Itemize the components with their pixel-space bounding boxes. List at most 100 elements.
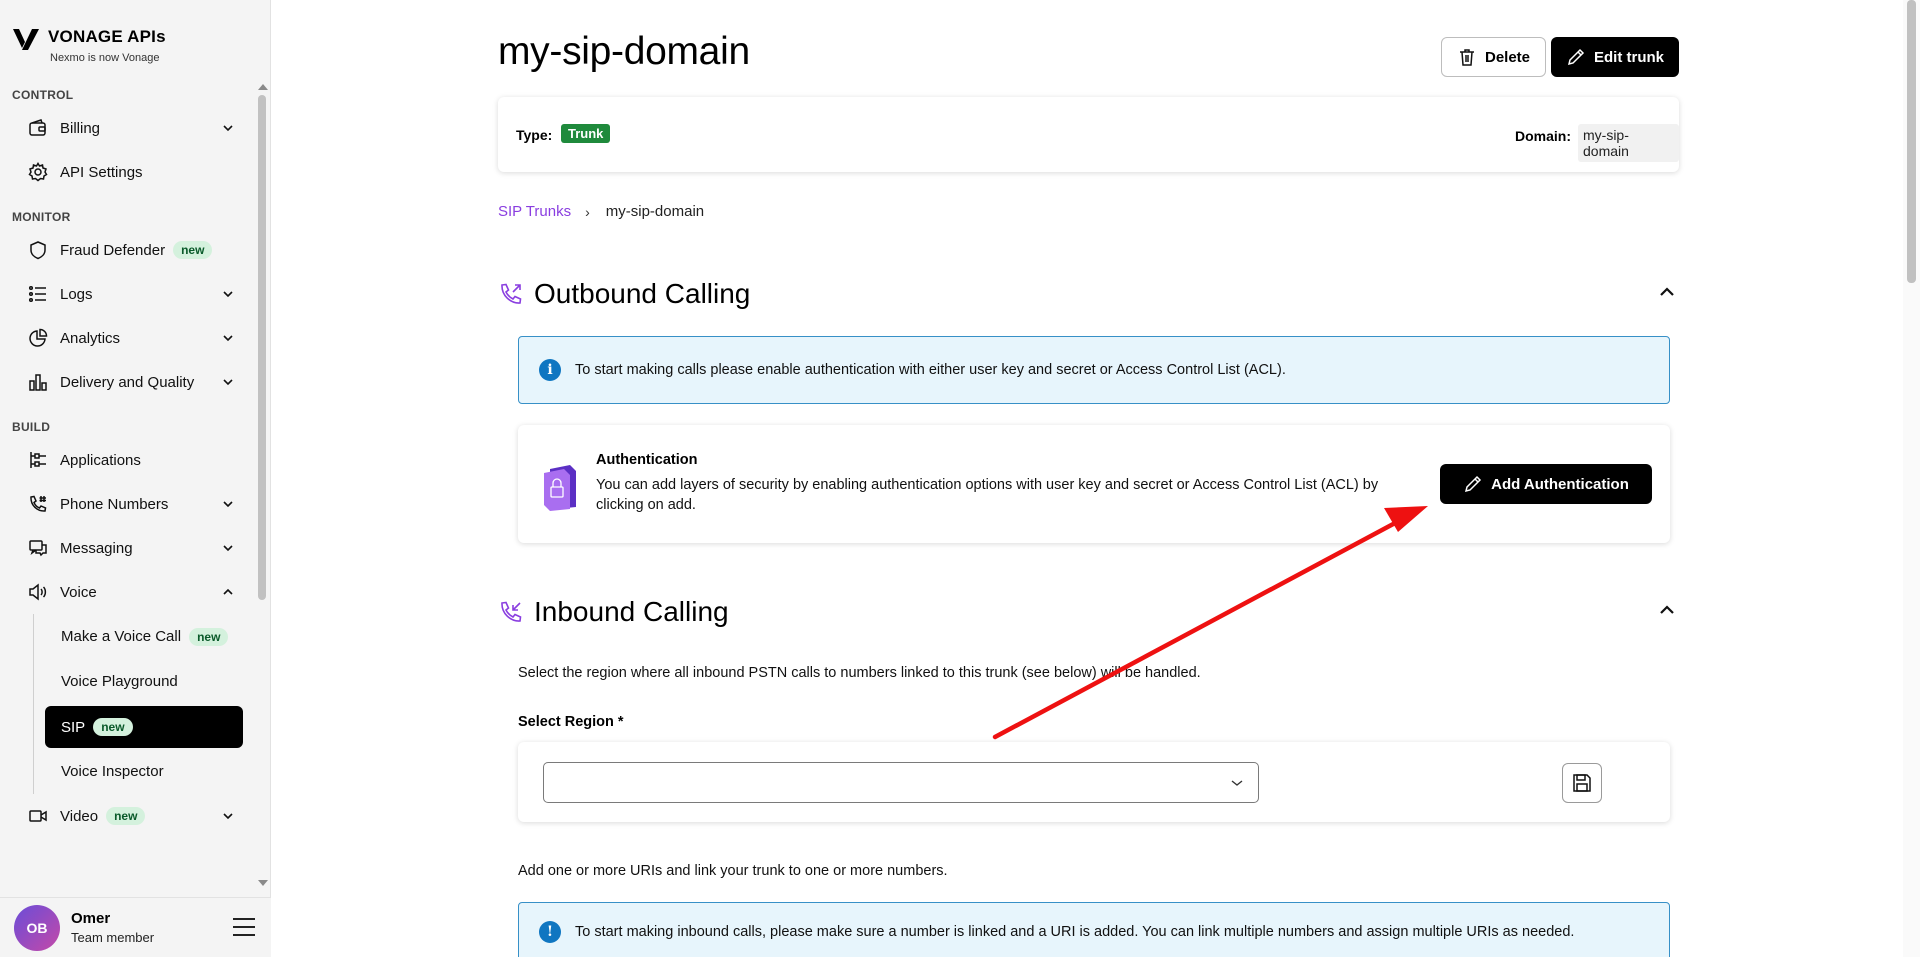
sidebar-item-delivery-quality[interactable]: Delivery and Quality — [0, 360, 256, 404]
user-profile[interactable]: OB Omer Team member — [0, 897, 271, 957]
outbound-info-alert: i To start making calls please enable au… — [518, 336, 1670, 404]
sidebar-item-label: Logs — [60, 285, 93, 303]
save-region-button[interactable] — [1562, 763, 1602, 803]
new-badge: new — [106, 807, 146, 825]
trunk-info-card: Type: Trunk Domain: my-sip-domain — [498, 97, 1679, 172]
type-label: Type: — [516, 127, 553, 143]
outbound-section-header: Outbound Calling — [498, 278, 750, 310]
list-icon — [28, 284, 48, 304]
inbound-info-alert: ! To start making inbound calls, please … — [518, 902, 1670, 957]
chevron-down-icon — [1231, 780, 1243, 786]
sidebar-item-label: API Settings — [60, 163, 143, 181]
chevron-up-icon — [223, 588, 233, 595]
region-select[interactable] — [543, 762, 1259, 803]
chat-icon — [28, 538, 48, 558]
pie-chart-icon — [28, 328, 48, 348]
sidebar-item-label: Analytics — [60, 329, 121, 347]
trash-icon — [1459, 49, 1474, 66]
authentication-description: You can add layers of security by enabli… — [596, 477, 1379, 513]
speaker-icon — [28, 582, 48, 602]
pencil-icon — [1465, 475, 1482, 493]
sidebar: VONAGE APIs Nexmo is now Vonage CONTROL … — [0, 0, 271, 957]
section-build: BUILD — [12, 420, 51, 434]
sidebar-item-label: Voice Inspector — [61, 763, 164, 780]
sidebar-item-analytics[interactable]: Analytics — [0, 316, 256, 360]
brand-subtitle: Nexmo is now Vonage — [50, 52, 160, 64]
pencil-icon — [1567, 48, 1585, 66]
page-scroll-thumb[interactable] — [1907, 0, 1916, 283]
sidebar-item-label: Delivery and Quality — [60, 373, 195, 391]
section-monitor: MONITOR — [12, 210, 71, 224]
outbound-alert-text: To start making calls please enable auth… — [575, 362, 1286, 378]
sidebar-subitem-make-voice-call[interactable]: Make a Voice Call new — [0, 614, 256, 659]
info-icon: i — [539, 359, 561, 381]
select-region-label: Select Region * — [518, 714, 624, 730]
new-badge: new — [173, 241, 213, 259]
vonage-logo-icon — [13, 29, 39, 50]
chevron-down-icon — [223, 125, 233, 132]
sidebar-item-phone-numbers[interactable]: Phone Numbers — [0, 482, 256, 526]
wallet-icon — [28, 118, 48, 138]
brand-title: VONAGE APIs — [48, 27, 166, 46]
sliders-icon — [28, 450, 48, 470]
new-badge: new — [189, 627, 229, 646]
domain-label: Domain: — [1515, 128, 1571, 144]
sidebar-subitem-voice-inspector[interactable]: Voice Inspector — [0, 749, 256, 794]
brand[interactable]: VONAGE APIs Nexmo is now Vonage — [12, 26, 166, 64]
sidebar-item-applications[interactable]: Applications — [0, 438, 256, 482]
region-card — [518, 742, 1670, 822]
sidebar-item-messaging[interactable]: Messaging — [0, 526, 256, 570]
sidebar-item-label: Applications — [60, 451, 141, 469]
video-camera-icon — [28, 806, 48, 826]
sidebar-item-label: Make a Voice Call — [61, 628, 182, 645]
authentication-title: Authentication — [596, 452, 698, 468]
chevron-down-icon — [223, 291, 233, 298]
type-badge: Trunk — [561, 124, 611, 143]
exclamation-icon: ! — [539, 921, 561, 943]
chevron-down-icon — [223, 335, 233, 342]
new-badge: new — [93, 718, 133, 736]
sidebar-subitem-voice-playground[interactable]: Voice Playground — [0, 659, 256, 704]
add-authentication-button[interactable]: Add Authentication — [1440, 464, 1652, 504]
sidebar-item-api-settings[interactable]: API Settings — [0, 150, 256, 194]
sidebar-scroll-thumb[interactable] — [258, 95, 266, 600]
uri-description: Add one or more URIs and link your trunk… — [518, 863, 948, 879]
chevron-up-icon[interactable] — [1659, 604, 1675, 616]
sidebar-item-label: Fraud Defender — [60, 241, 166, 259]
edit-trunk-label: Edit trunk — [1594, 48, 1664, 66]
phone-hash-icon — [28, 494, 48, 514]
edit-trunk-button[interactable]: Edit trunk — [1551, 37, 1679, 77]
sidebar-item-label: Messaging — [60, 539, 133, 557]
sidebar-item-label: Billing — [60, 119, 101, 137]
sidebar-item-label: Voice — [60, 583, 97, 601]
hamburger-menu-icon[interactable] — [232, 917, 256, 937]
shield-icon — [28, 240, 48, 260]
delete-button[interactable]: Delete — [1441, 37, 1546, 77]
sidebar-item-label: Phone Numbers — [60, 495, 169, 513]
inbound-description: Select the region where all inbound PSTN… — [518, 665, 1201, 681]
page-title: my-sip-domain — [498, 30, 750, 73]
sidebar-nav: CONTROL Billing API Settings MONITOR Fra… — [0, 84, 256, 884]
phone-incoming-icon — [501, 601, 522, 622]
scroll-down-arrow-icon[interactable] — [258, 880, 268, 886]
phone-outgoing-icon — [501, 283, 522, 304]
scroll-up-arrow-icon[interactable] — [258, 84, 268, 90]
sidebar-item-logs[interactable]: Logs — [0, 272, 256, 316]
sidebar-subitem-sip[interactable]: SIP new — [45, 706, 243, 748]
chevron-up-icon[interactable] — [1659, 286, 1675, 298]
sidebar-item-billing[interactable]: Billing — [0, 106, 256, 150]
breadcrumb-link-sip-trunks[interactable]: SIP Trunks — [498, 203, 571, 220]
gear-icon — [28, 162, 48, 182]
sidebar-item-label: Voice Playground — [61, 673, 178, 690]
breadcrumb: SIP Trunks › my-sip-domain — [498, 203, 704, 220]
sidebar-item-voice[interactable]: Voice — [0, 570, 256, 614]
bar-chart-icon — [28, 372, 48, 392]
avatar[interactable]: OB — [14, 904, 60, 951]
sidebar-item-fraud-defender[interactable]: Fraud Defender new — [0, 228, 256, 272]
sidebar-item-video[interactable]: Video new — [0, 794, 256, 838]
secure-lock-icon — [544, 465, 576, 511]
authentication-card: Authentication You can add layers of sec… — [518, 425, 1670, 543]
voice-submenu: Make a Voice Call new Voice Playground S… — [0, 614, 256, 794]
chevron-down-icon — [223, 379, 233, 386]
breadcrumb-current: my-sip-domain — [605, 203, 705, 220]
